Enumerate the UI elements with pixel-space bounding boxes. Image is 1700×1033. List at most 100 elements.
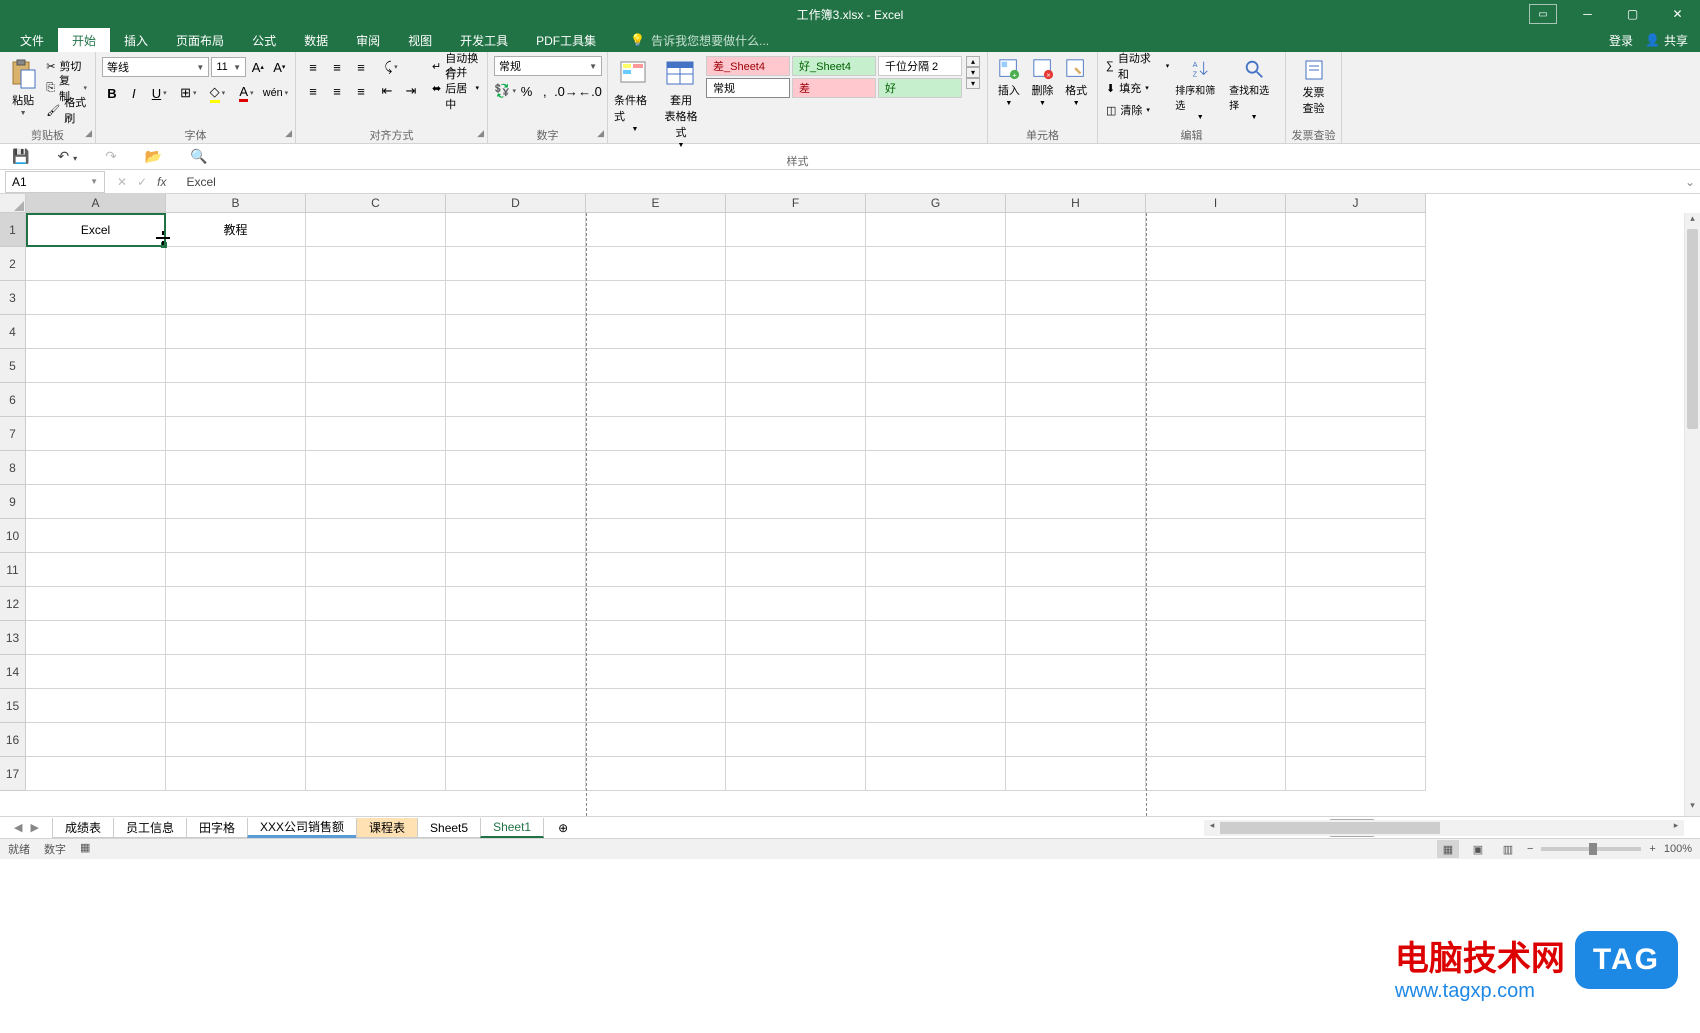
cell[interactable] (1146, 247, 1286, 281)
row-header[interactable]: 16 (0, 723, 26, 757)
cell[interactable] (446, 383, 586, 417)
cell[interactable] (1006, 451, 1146, 485)
percent-icon[interactable]: % (518, 80, 534, 102)
cell[interactable] (1286, 621, 1426, 655)
row-header[interactable]: 17 (0, 757, 26, 791)
cell[interactable] (586, 757, 726, 791)
cell[interactable] (306, 349, 446, 383)
cell[interactable] (726, 553, 866, 587)
cell[interactable] (166, 689, 306, 723)
scroll-up-icon[interactable]: ▴ (1685, 213, 1700, 229)
expand-formula-bar-icon[interactable]: ⌄ (1680, 175, 1700, 189)
cell[interactable] (1146, 281, 1286, 315)
zoom-level[interactable]: 100% (1664, 843, 1692, 855)
cell[interactable] (26, 553, 166, 587)
cell[interactable] (166, 621, 306, 655)
cells-area[interactable]: Excel教程 (26, 213, 1684, 816)
style-item[interactable]: 好 (878, 78, 962, 98)
tab-view[interactable]: 视图 (394, 28, 446, 52)
increase-decimal-icon[interactable]: .0→ (555, 80, 577, 102)
style-item[interactable]: 好_Sheet4 (792, 56, 876, 76)
cell[interactable] (166, 723, 306, 757)
cell[interactable] (866, 349, 1006, 383)
column-header[interactable]: J (1286, 194, 1426, 213)
paste-button[interactable]: 粘贴 ▼ (6, 56, 40, 117)
align-bottom-icon[interactable]: ≡ (350, 56, 372, 78)
tab-home[interactable]: 开始 (58, 28, 110, 52)
cell[interactable] (446, 655, 586, 689)
cell[interactable] (306, 723, 446, 757)
cell[interactable] (166, 553, 306, 587)
cell[interactable] (726, 417, 866, 451)
decrease-indent-icon[interactable]: ⇤ (376, 80, 398, 102)
cell[interactable] (306, 383, 446, 417)
cell[interactable] (586, 485, 726, 519)
cell[interactable] (866, 621, 1006, 655)
hscroll-thumb[interactable] (1220, 822, 1440, 834)
cell[interactable] (866, 213, 1006, 247)
cell[interactable] (1286, 213, 1426, 247)
maximize-button[interactable]: ▢ (1610, 0, 1655, 28)
cell[interactable] (586, 621, 726, 655)
cell[interactable] (306, 519, 446, 553)
row-header[interactable]: 15 (0, 689, 26, 723)
cell[interactable] (1286, 587, 1426, 621)
column-header[interactable]: B (166, 194, 306, 213)
row-header[interactable]: 11 (0, 553, 26, 587)
merge-center-button[interactable]: ⬌合并后居中▾ (430, 78, 481, 98)
cell[interactable] (166, 655, 306, 689)
cell[interactable] (26, 519, 166, 553)
row-header[interactable]: 3 (0, 281, 26, 315)
minimize-button[interactable]: ─ (1565, 0, 1610, 28)
cell[interactable] (26, 247, 166, 281)
cell[interactable] (306, 315, 446, 349)
phonetic-button[interactable]: wén▾ (262, 82, 289, 104)
align-center-icon[interactable]: ≡ (326, 80, 348, 102)
decrease-font-icon[interactable]: A▾ (270, 56, 289, 78)
cell[interactable] (586, 281, 726, 315)
column-header[interactable]: G (866, 194, 1006, 213)
cell[interactable] (306, 553, 446, 587)
style-item[interactable]: 差_Sheet4 (706, 56, 790, 76)
cell[interactable] (306, 655, 446, 689)
column-header[interactable]: F (726, 194, 866, 213)
dialog-launcher-icon[interactable]: ◢ (477, 128, 484, 139)
format-cells-button[interactable]: 格式▼ (1061, 56, 1091, 107)
cell[interactable] (26, 587, 166, 621)
cell[interactable] (726, 451, 866, 485)
cell[interactable] (1286, 519, 1426, 553)
styles-up-icon[interactable]: ▴ (966, 56, 980, 67)
cell[interactable] (866, 519, 1006, 553)
cell[interactable] (1286, 485, 1426, 519)
sheet-tab[interactable]: 员工信息 (113, 818, 187, 838)
cell[interactable] (586, 417, 726, 451)
cell[interactable] (726, 315, 866, 349)
cell[interactable] (586, 383, 726, 417)
cell[interactable] (446, 587, 586, 621)
sheet-tab[interactable]: XXX公司销售额 (247, 818, 357, 838)
formula-input[interactable]: Excel (178, 175, 1680, 189)
cell[interactable] (586, 723, 726, 757)
underline-button[interactable]: U▾ (146, 82, 173, 104)
login-link[interactable]: 登录 (1609, 32, 1633, 49)
cell[interactable] (26, 281, 166, 315)
cell[interactable] (1146, 451, 1286, 485)
cell[interactable] (1146, 315, 1286, 349)
increase-font-icon[interactable]: A▴ (248, 56, 267, 78)
cell[interactable] (446, 519, 586, 553)
cell[interactable] (166, 383, 306, 417)
print-preview-icon[interactable]: 🔍 (190, 148, 207, 165)
find-select-button[interactable]: 查找和选择▼ (1229, 56, 1279, 121)
cell[interactable] (166, 281, 306, 315)
cell[interactable] (26, 417, 166, 451)
cell[interactable] (306, 247, 446, 281)
cell[interactable] (446, 451, 586, 485)
row-header[interactable]: 9 (0, 485, 26, 519)
cell[interactable] (586, 451, 726, 485)
cell[interactable] (1006, 417, 1146, 451)
invoice-check-button[interactable]: 发票 查验 (1292, 56, 1335, 116)
format-as-table-button[interactable]: 套用 表格格式▼ (660, 56, 702, 149)
fill-color-button[interactable]: ◇▾ (204, 82, 231, 104)
cell[interactable] (726, 689, 866, 723)
cell[interactable] (166, 485, 306, 519)
